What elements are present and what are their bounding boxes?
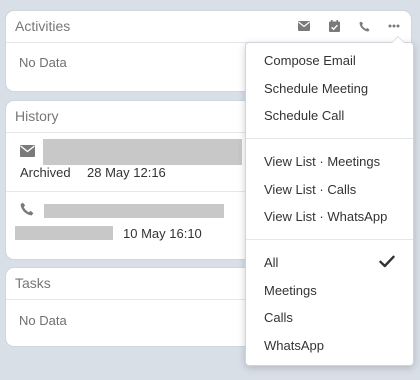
phone-icon[interactable] <box>355 18 373 34</box>
menu-item-filter-all[interactable]: All <box>264 255 278 270</box>
activities-header-actions <box>295 18 403 34</box>
menu-item-schedule-call[interactable]: Schedule Call <box>264 108 344 123</box>
redacted-subject <box>43 139 242 165</box>
activities-dropdown-menu: Compose Email Schedule Meeting Schedule … <box>245 36 414 366</box>
menu-item-compose-email[interactable]: Compose Email <box>264 53 356 68</box>
menu-item-filter-calls[interactable]: Calls <box>264 310 293 325</box>
redacted-contact <box>15 226 113 240</box>
menu-separator <box>246 239 413 240</box>
history-title: History <box>15 108 59 124</box>
phone-icon <box>20 202 36 216</box>
menu-item-view-list-whatsapp[interactable]: View List · WhatsApp <box>264 209 387 224</box>
envelope-icon[interactable] <box>295 18 313 34</box>
menu-caret <box>391 36 405 43</box>
activities-title: Activities <box>15 18 71 34</box>
history-entry-status: Archived <box>20 165 71 180</box>
tasks-empty-text: No Data <box>19 313 67 328</box>
menu-item-filter-meetings[interactable]: Meetings <box>264 283 317 298</box>
history-entry-date: 10 May 16:10 <box>123 226 202 241</box>
menu-item-filter-whatsapp[interactable]: WhatsApp <box>264 338 324 353</box>
menu-separator <box>246 138 413 139</box>
calendar-check-icon[interactable] <box>325 18 343 34</box>
menu-item-view-list-calls[interactable]: View List · Calls <box>264 182 356 197</box>
check-icon <box>379 255 395 269</box>
tasks-title: Tasks <box>15 275 51 291</box>
envelope-icon <box>20 144 36 158</box>
redacted-subject <box>44 204 224 218</box>
ellipsis-icon[interactable] <box>385 18 403 34</box>
activities-empty-text: No Data <box>19 55 67 70</box>
history-entry-date: 28 May 12:16 <box>87 165 166 180</box>
menu-item-schedule-meeting[interactable]: Schedule Meeting <box>264 81 368 96</box>
menu-item-view-list-meetings[interactable]: View List · Meetings <box>264 154 380 169</box>
